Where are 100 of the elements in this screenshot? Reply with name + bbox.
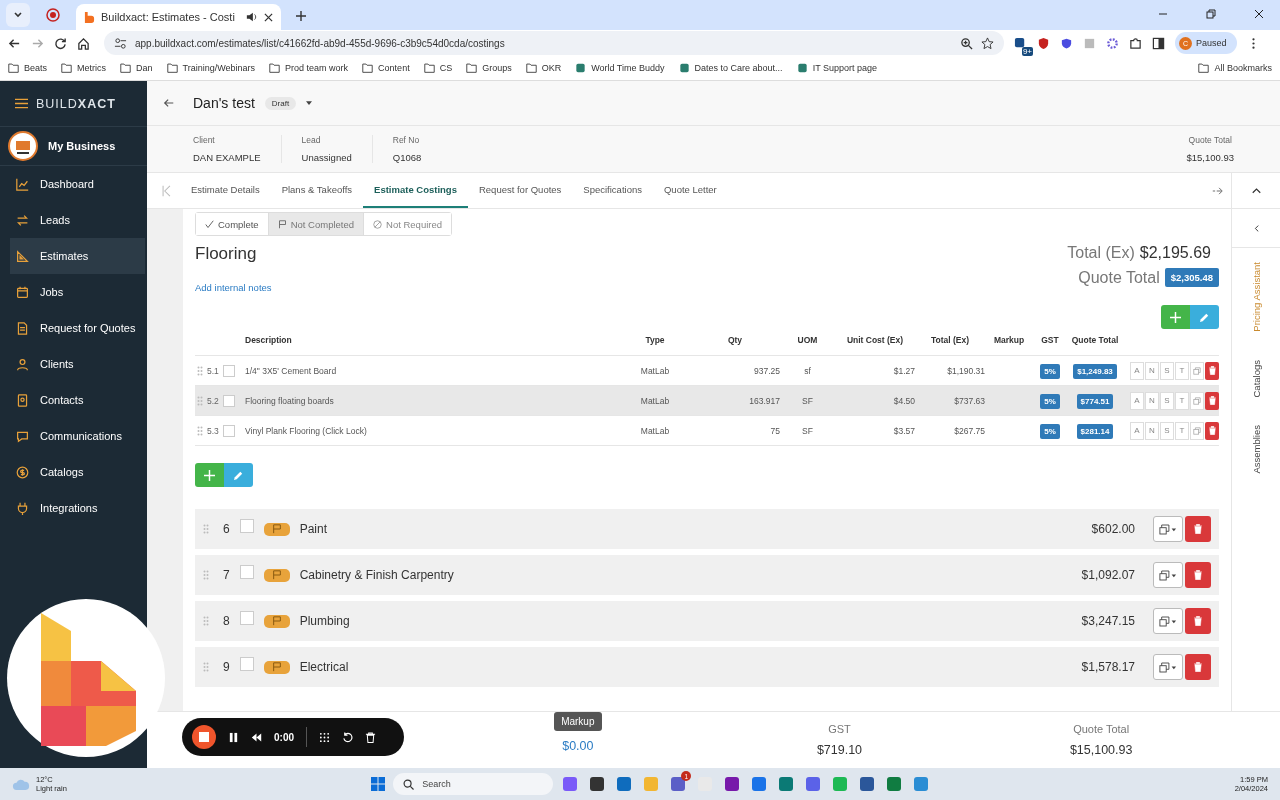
action-button[interactable]: N <box>1145 361 1159 380</box>
gst-badge[interactable]: 5% <box>1040 363 1060 379</box>
nav-item[interactable]: Dashboard <box>10 166 145 202</box>
nav-item[interactable]: Request for Quotes <box>10 310 145 346</box>
bookmark[interactable]: Training/Webinars <box>166 63 256 73</box>
browser-tab[interactable]: Buildxact: Estimates - Costi <box>76 4 281 30</box>
site-settings-icon[interactable] <box>114 36 127 50</box>
drag-handle-icon[interactable] <box>197 425 203 436</box>
copy-dropdown[interactable] <box>1153 608 1183 634</box>
action-button[interactable]: A <box>1130 421 1144 440</box>
nav-item[interactable]: Integrations <box>10 490 145 526</box>
reload-icon[interactable] <box>54 36 67 50</box>
bookmark[interactable]: CS <box>423 63 453 73</box>
app-icon[interactable] <box>859 776 876 792</box>
new-tab-icon[interactable] <box>295 10 307 22</box>
arrow-icon[interactable] <box>1212 184 1223 197</box>
action-button[interactable]: T <box>1175 391 1189 410</box>
close-icon[interactable] <box>264 12 273 22</box>
delete-button[interactable] <box>1185 516 1211 542</box>
tab[interactable]: Estimate Details <box>180 173 271 208</box>
nav-item[interactable]: Catalogs <box>10 454 145 490</box>
zoom-icon[interactable] <box>960 36 973 50</box>
nav-item[interactable]: Estimates <box>10 238 145 274</box>
business-switcher[interactable]: My Business <box>0 127 147 166</box>
tab[interactable]: Plans & Takeoffs <box>270 173 364 208</box>
copy-dropdown[interactable] <box>1153 562 1183 588</box>
rewind-icon[interactable] <box>251 731 262 743</box>
app-icon[interactable] <box>670 776 687 792</box>
group-row[interactable]: 9 Electrical $1,578.17 <box>195 647 1219 687</box>
group-row[interactable]: 7 Cabinetry & Finish Carpentry $1,092.07 <box>195 555 1219 595</box>
checkbox[interactable] <box>239 519 254 533</box>
status-button[interactable]: Not Completed <box>268 213 365 235</box>
bookmark[interactable]: All Bookmarks <box>1198 63 1272 73</box>
star-icon[interactable] <box>981 36 994 50</box>
status-button[interactable]: Complete <box>196 213 269 235</box>
bookmark[interactable]: Metrics <box>61 63 106 73</box>
add-button[interactable] <box>195 463 224 487</box>
pause-icon[interactable] <box>228 731 239 743</box>
nav-item[interactable]: Communications <box>10 418 145 454</box>
copy-dropdown[interactable] <box>1153 516 1183 542</box>
menu-icon[interactable] <box>15 98 28 109</box>
checkbox[interactable] <box>239 657 254 671</box>
action-button[interactable]: T <box>1175 421 1189 440</box>
quote-total-badge[interactable]: $281.14 <box>1076 423 1114 439</box>
action-button[interactable]: A <box>1130 361 1144 380</box>
puzzle-icon[interactable] <box>1129 36 1142 50</box>
shield-icon[interactable] <box>1060 36 1073 50</box>
group-row[interactable]: 6 Paint $602.00 <box>195 509 1219 549</box>
expand-icon[interactable] <box>1251 224 1261 232</box>
add-button[interactable] <box>1161 305 1190 329</box>
table-row[interactable]: 5.2 Flooring floating boards MatLab 163.917 SF $4.50 $737.63 5% $774.51 A N S T <box>195 386 1219 416</box>
action-button[interactable]: S <box>1160 391 1174 410</box>
delete-button[interactable] <box>1185 562 1211 588</box>
checkbox[interactable] <box>239 565 254 579</box>
add-notes-link[interactable]: Add internal notes <box>195 282 272 293</box>
checkbox[interactable] <box>222 364 235 377</box>
tab[interactable]: Request for Quotes <box>467 173 573 208</box>
drag-handle-icon[interactable] <box>197 365 203 376</box>
gst-badge[interactable]: 5% <box>1040 393 1060 409</box>
address-bar[interactable]: app.buildxact.com/estimates/list/c41662fd-ab9d-455d-9696-c3b9c54d0cda/costings <box>104 31 1004 55</box>
app-icon[interactable] <box>724 776 741 792</box>
delete-button[interactable] <box>1205 421 1219 440</box>
tab-list-button[interactable] <box>6 3 30 27</box>
copy-dropdown[interactable] <box>1153 654 1183 680</box>
bookmark[interactable]: Beats <box>8 63 47 73</box>
delete-button[interactable] <box>1185 608 1211 634</box>
undo-icon[interactable] <box>342 731 353 743</box>
gear-icon[interactable] <box>1106 36 1119 50</box>
delete-button[interactable] <box>1205 391 1219 410</box>
tab[interactable]: Quote Letter <box>652 173 728 208</box>
search-field[interactable]: Search <box>393 773 554 795</box>
quote-total-badge[interactable]: $1,249.83 <box>1073 363 1117 379</box>
drag-handle-icon[interactable] <box>203 570 209 580</box>
back-icon[interactable] <box>163 97 175 109</box>
action-button[interactable]: N <box>1145 391 1159 410</box>
trash-icon[interactable] <box>365 731 376 743</box>
side-tab[interactable]: Catalogs <box>1250 345 1262 412</box>
bookmark[interactable]: Prod team work <box>269 63 349 73</box>
side-panel-icon[interactable] <box>1152 36 1165 50</box>
drag-handle-icon[interactable] <box>203 616 209 626</box>
home-icon[interactable] <box>77 36 90 50</box>
action-button[interactable]: N <box>1145 421 1159 440</box>
action-button[interactable]: T <box>1175 361 1189 380</box>
action-button[interactable]: S <box>1160 421 1174 440</box>
side-tab[interactable]: Assemblies <box>1250 411 1262 488</box>
nav-item[interactable]: Contacts <box>10 382 145 418</box>
delete-button[interactable] <box>1185 654 1211 680</box>
delete-button[interactable] <box>1205 361 1219 380</box>
nav-item[interactable]: Leads <box>10 202 145 238</box>
quote-total-badge[interactable]: $774.51 <box>1076 393 1114 409</box>
tab[interactable]: Specifications <box>572 173 653 208</box>
nav-item[interactable]: Jobs <box>10 274 145 310</box>
bookmark[interactable]: Groups <box>466 63 512 73</box>
restore-icon[interactable] <box>1205 8 1217 20</box>
grid-icon[interactable] <box>319 731 330 743</box>
bookmark[interactable]: OKR <box>525 63 562 73</box>
edit-button[interactable] <box>1190 305 1219 329</box>
start-icon[interactable] <box>370 776 387 792</box>
checkbox[interactable] <box>222 394 235 407</box>
drag-handle-icon[interactable] <box>197 395 203 406</box>
